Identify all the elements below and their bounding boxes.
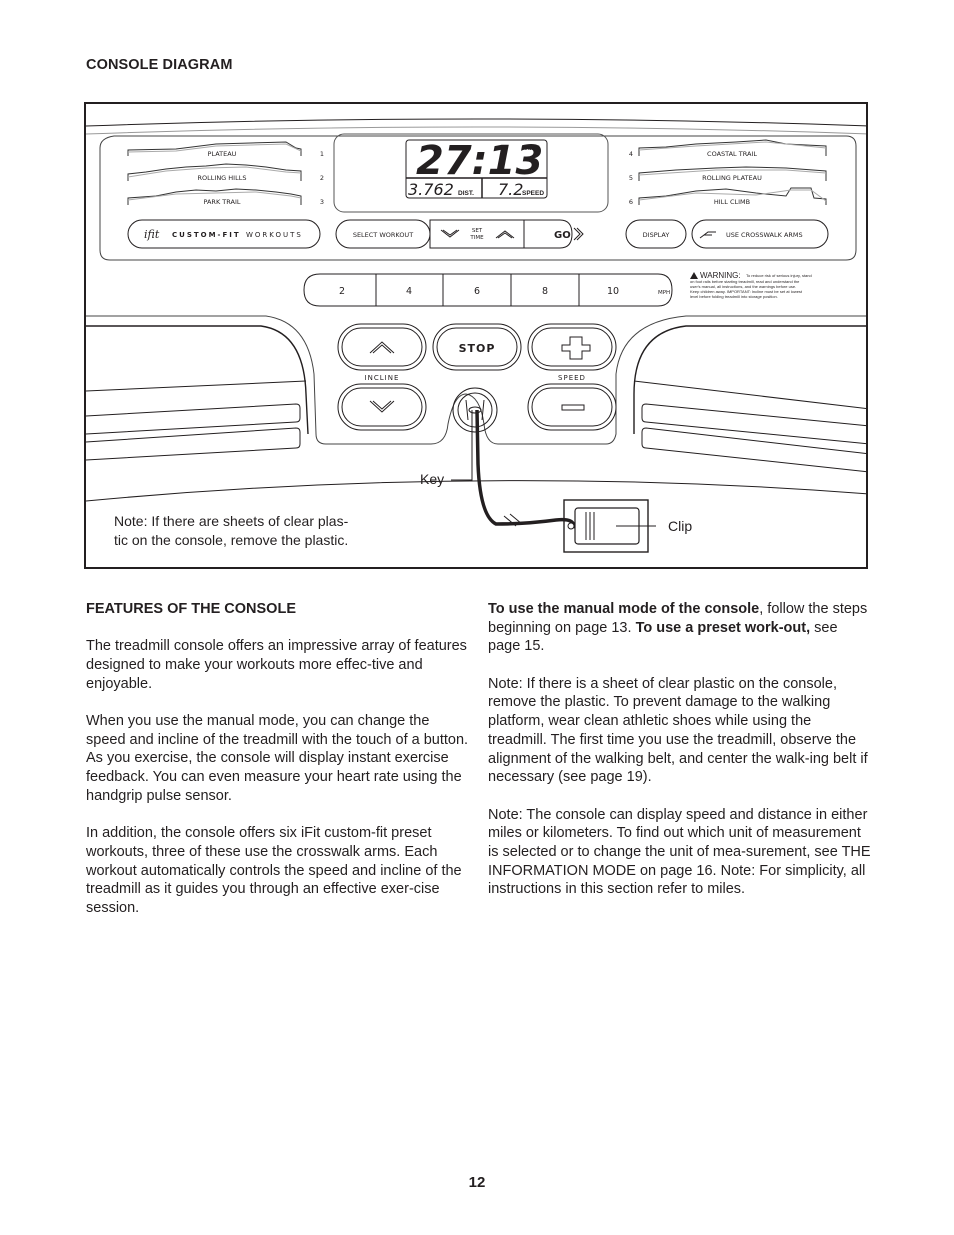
- safety-key-icon: [465, 399, 485, 421]
- set-time-label: SET: [472, 228, 483, 234]
- features-heading: FEATURES OF THE CONSOLE: [86, 601, 296, 617]
- speed-key-2[interactable]: 2: [339, 286, 345, 297]
- diagram-note-line: tic on the console, remove the plastic.: [114, 532, 348, 548]
- workout-number: 2: [320, 174, 324, 182]
- svg-text:TIME: TIME: [469, 235, 484, 241]
- stop-button[interactable]: STOP: [459, 342, 496, 355]
- clip-callout-label: Clip: [668, 518, 692, 534]
- crosswalk-arms-icon: [699, 231, 716, 239]
- speed-key-8[interactable]: 8: [542, 286, 548, 297]
- workout-name: COASTAL TRAIL: [707, 150, 757, 158]
- right-column: To use the manual mode of the console, f…: [488, 600, 873, 918]
- speed-key-4[interactable]: 4: [406, 286, 412, 297]
- select-workout-button[interactable]: SELECT WORKOUT: [353, 231, 413, 239]
- right-grip: [641, 427, 866, 473]
- warning-label: WARNING: To reduce risk of serious injur…: [690, 271, 812, 299]
- incline-label: INCLINE: [365, 374, 400, 382]
- workout-name: HILL CLIMB: [714, 198, 750, 206]
- go-button[interactable]: GO: [554, 230, 571, 241]
- svg-text:level before folding treadmill: level before folding treadmill into stor…: [690, 294, 778, 299]
- workout-number: 4: [629, 150, 633, 158]
- workout-name: ROLLING PLATEAU: [702, 174, 762, 182]
- custom-fit-workouts-button[interactable]: ifit CUSTOM-FIT WORKOUTS: [144, 228, 303, 241]
- svg-text:To reduce risk of serious inju: To reduce risk of serious injury, stand: [746, 273, 812, 278]
- workout-number: 5: [629, 174, 633, 182]
- svg-text:CUSTOM-FIT: CUSTOM-FIT: [172, 231, 241, 239]
- workout-number: 3: [320, 198, 324, 206]
- ifit-logo: ifit: [144, 228, 160, 241]
- key-callout-label: Key: [420, 471, 444, 487]
- console-edge-arc: [86, 118, 866, 127]
- workout-name: PLATEAU: [208, 150, 237, 158]
- lower-edge: [86, 480, 866, 502]
- incline-down-button[interactable]: [338, 384, 426, 430]
- speed-label: SPEED: [558, 374, 586, 382]
- distance-readout: 3.762: [408, 180, 454, 199]
- warning-triangle-icon: [690, 272, 698, 279]
- go-chevron-icon: [573, 227, 584, 241]
- console-edge-arc: [86, 126, 866, 135]
- display-button[interactable]: DISPLAY: [643, 231, 670, 239]
- workout-number: 6: [629, 198, 633, 206]
- mph-label: MPH: [658, 290, 670, 296]
- console-diagram: 27:13 TIME 3.762 DIST. 7.2 SPEED PLATEAU…: [84, 102, 868, 569]
- page-number: 12: [468, 1174, 486, 1191]
- paragraph: In addition, the console offers six iFit…: [86, 825, 462, 916]
- distance-label: DIST.: [458, 190, 474, 197]
- right-grip: [641, 403, 866, 445]
- paragraph: The treadmill console offers an impressi…: [86, 638, 467, 692]
- paragraph: Note: The console can display speed and …: [488, 806, 871, 898]
- speed-up-button[interactable]: [528, 324, 616, 370]
- workout-number: 1: [320, 150, 324, 158]
- speed-down-button[interactable]: [528, 384, 616, 430]
- workout-name: PARK TRAIL: [203, 198, 240, 206]
- speed-key-10[interactable]: 10: [607, 286, 619, 297]
- incline-up-button[interactable]: [338, 324, 426, 370]
- speed-readout: 7.2: [498, 180, 523, 199]
- left-grip: [86, 427, 301, 461]
- crosswalk-arms-button[interactable]: USE CROSSWALK ARMS: [726, 231, 803, 239]
- section-title: CONSOLE DIAGRAM: [86, 57, 233, 73]
- speed-key-6[interactable]: 6: [474, 286, 480, 297]
- workout-name: ROLLING HILLS: [198, 174, 247, 182]
- diagram-note-line: Note: If there are sheets of clear plas-: [114, 513, 349, 529]
- speed-readout-label: SPEED: [522, 190, 544, 197]
- time-label: TIME: [524, 145, 540, 152]
- left-column: FEATURES OF THE CONSOLE The treadmill co…: [86, 600, 471, 936]
- paragraph: Note: If there is a sheet of clear plast…: [488, 675, 868, 786]
- svg-text:WORKOUTS: WORKOUTS: [246, 231, 303, 239]
- intro-paragraph: To use the manual mode of the console, f…: [488, 601, 868, 655]
- paragraph: When you use the manual mode, you can ch…: [86, 713, 469, 804]
- console-illustration: 27:13 TIME 3.762 DIST. 7.2 SPEED PLATEAU…: [86, 118, 866, 553]
